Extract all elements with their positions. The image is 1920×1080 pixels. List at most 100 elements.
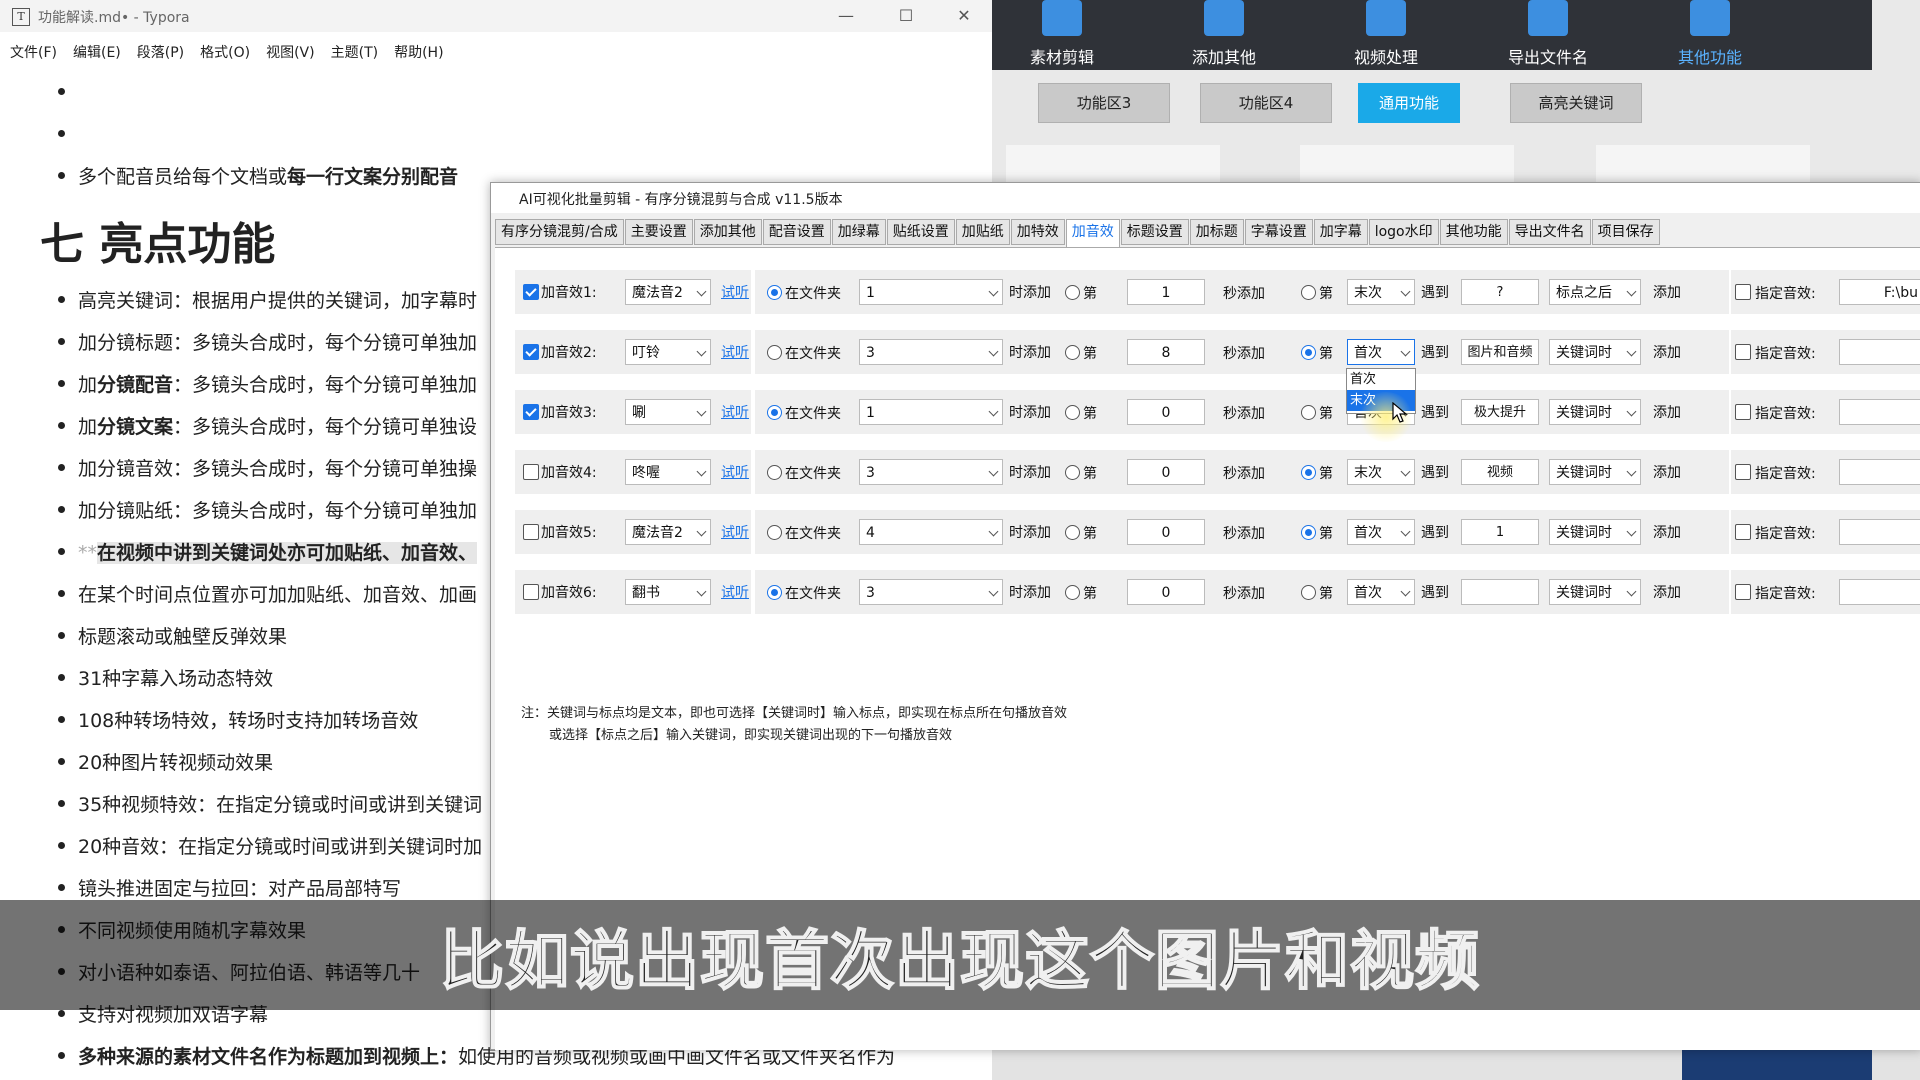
nth-radio[interactable] [1065, 285, 1080, 300]
listen-link[interactable]: 试听 [721, 342, 749, 362]
seconds-input[interactable]: 0 [1127, 519, 1205, 545]
dialog-tab[interactable]: 加音效 [1065, 219, 1120, 248]
folder-radio[interactable] [767, 525, 782, 540]
specify-path-input[interactable] [1839, 519, 1920, 545]
dialog-tab[interactable]: 加绿幕 [831, 219, 886, 245]
minimize-icon[interactable]: — [826, 4, 866, 28]
menu-item[interactable]: 视图(V) [266, 40, 315, 66]
folder-select[interactable]: 1 [859, 399, 1003, 425]
mode-select[interactable]: 关键词时 [1549, 579, 1641, 605]
menu-item[interactable]: 格式(O) [200, 40, 250, 66]
sound-select[interactable]: 魔法音2 [625, 279, 711, 305]
dialog-tab[interactable]: 加标题 [1189, 219, 1244, 245]
listen-link[interactable]: 试听 [721, 522, 749, 542]
keyword-input[interactable]: 图片和音频 [1461, 339, 1539, 365]
folder-radio[interactable] [767, 465, 782, 480]
nth-radio[interactable] [1065, 345, 1080, 360]
menu-item[interactable]: 编辑(E) [73, 40, 121, 66]
listen-link[interactable]: 试听 [721, 282, 749, 302]
seconds-input[interactable]: 1 [1127, 279, 1205, 305]
sound-select[interactable]: 叮铃 [625, 339, 711, 365]
specify-checkbox[interactable] [1735, 584, 1751, 600]
enable-checkbox[interactable] [523, 524, 539, 540]
seconds-input[interactable]: 0 [1127, 399, 1205, 425]
menu-item[interactable]: 帮助(H) [394, 40, 443, 66]
function-tab[interactable]: 功能区3 [1038, 83, 1170, 123]
seconds-input[interactable]: 8 [1127, 339, 1205, 365]
sound-select[interactable]: 咚喔 [625, 459, 711, 485]
function-tab[interactable]: 功能区4 [1200, 83, 1332, 123]
specify-checkbox[interactable] [1735, 344, 1751, 360]
dialog-tab[interactable]: 添加其他 [693, 219, 762, 245]
dialog-tab[interactable]: 标题设置 [1120, 219, 1189, 245]
dialog-tab[interactable]: 加字幕 [1313, 219, 1368, 245]
folder-select[interactable]: 3 [859, 459, 1003, 485]
seconds-input[interactable]: 0 [1127, 579, 1205, 605]
toolbar-button[interactable]: 素材剪辑 [1002, 0, 1122, 70]
occurrence-select[interactable]: 首次 [1347, 339, 1415, 365]
seconds-input[interactable]: 0 [1127, 459, 1205, 485]
dialog-tab[interactable]: 项目保存 [1591, 219, 1660, 245]
enable-checkbox[interactable] [523, 584, 539, 600]
dialog-tab[interactable]: 配音设置 [762, 219, 831, 245]
menu-item[interactable]: 段落(P) [137, 40, 184, 66]
specify-checkbox[interactable] [1735, 464, 1751, 480]
nth-radio[interactable] [1065, 405, 1080, 420]
nth-radio[interactable] [1065, 465, 1080, 480]
occurrence-radio[interactable] [1301, 405, 1316, 420]
dialog-tab[interactable]: 有序分镜混剪/合成 [495, 219, 624, 245]
occurrence-radio[interactable] [1301, 465, 1316, 480]
occurrence-select[interactable]: 首次 [1347, 579, 1415, 605]
folder-select[interactable]: 3 [859, 339, 1003, 365]
folder-radio[interactable] [767, 405, 782, 420]
specify-checkbox[interactable] [1735, 404, 1751, 420]
listen-link[interactable]: 试听 [721, 582, 749, 602]
folder-radio[interactable] [767, 585, 782, 600]
sound-select[interactable]: 翻书 [625, 579, 711, 605]
occurrence-radio[interactable] [1301, 525, 1316, 540]
enable-checkbox[interactable] [523, 464, 539, 480]
menu-item[interactable]: 文件(F) [10, 40, 57, 66]
toolbar-button[interactable]: 添加其他 [1164, 0, 1284, 70]
dialog-tab[interactable]: 字幕设置 [1244, 219, 1313, 245]
dialog-tab[interactable]: 其他功能 [1439, 219, 1508, 245]
folder-select[interactable]: 4 [859, 519, 1003, 545]
occurrence-radio[interactable] [1301, 345, 1316, 360]
keyword-input[interactable] [1461, 579, 1539, 605]
mode-select[interactable]: 关键词时 [1549, 339, 1641, 365]
keyword-input[interactable]: 极大提升 [1461, 399, 1539, 425]
sound-select[interactable]: 唰 [625, 399, 711, 425]
folder-select[interactable]: 3 [859, 579, 1003, 605]
menu-item[interactable]: 主题(T) [331, 40, 378, 66]
specify-checkbox[interactable] [1735, 524, 1751, 540]
specify-path-input[interactable] [1839, 459, 1920, 485]
enable-checkbox[interactable] [523, 404, 539, 420]
toolbar-button[interactable]: 其他功能 [1650, 0, 1770, 70]
dialog-tab[interactable]: 加贴纸 [955, 219, 1010, 245]
maximize-icon[interactable]: ☐ [886, 4, 926, 28]
specify-path-input[interactable] [1839, 399, 1920, 425]
keyword-input[interactable]: 1 [1461, 519, 1539, 545]
keyword-input[interactable]: ? [1461, 279, 1539, 305]
occurrence-radio[interactable] [1301, 585, 1316, 600]
keyword-input[interactable]: 视频 [1461, 459, 1539, 485]
folder-select[interactable]: 1 [859, 279, 1003, 305]
sound-select[interactable]: 魔法音2 [625, 519, 711, 545]
dropdown-option[interactable]: 首次 [1347, 369, 1415, 390]
mode-select[interactable]: 关键词时 [1549, 519, 1641, 545]
folder-radio[interactable] [767, 345, 782, 360]
specify-checkbox[interactable] [1735, 284, 1751, 300]
specify-path-input[interactable] [1839, 339, 1920, 365]
listen-link[interactable]: 试听 [721, 402, 749, 422]
enable-checkbox[interactable] [523, 344, 539, 360]
listen-link[interactable]: 试听 [721, 462, 749, 482]
mode-select[interactable]: 关键词时 [1549, 459, 1641, 485]
specify-path-input[interactable] [1839, 579, 1920, 605]
mode-select[interactable]: 关键词时 [1549, 399, 1641, 425]
dialog-tab[interactable]: 主要设置 [624, 219, 693, 245]
function-tab[interactable]: 通用功能 [1358, 83, 1460, 123]
specify-path-input[interactable]: F:\bu [1839, 279, 1920, 305]
nth-radio[interactable] [1065, 585, 1080, 600]
toolbar-button[interactable]: 导出文件名 [1488, 0, 1608, 70]
dialog-tab[interactable]: 导出文件名 [1508, 219, 1591, 245]
